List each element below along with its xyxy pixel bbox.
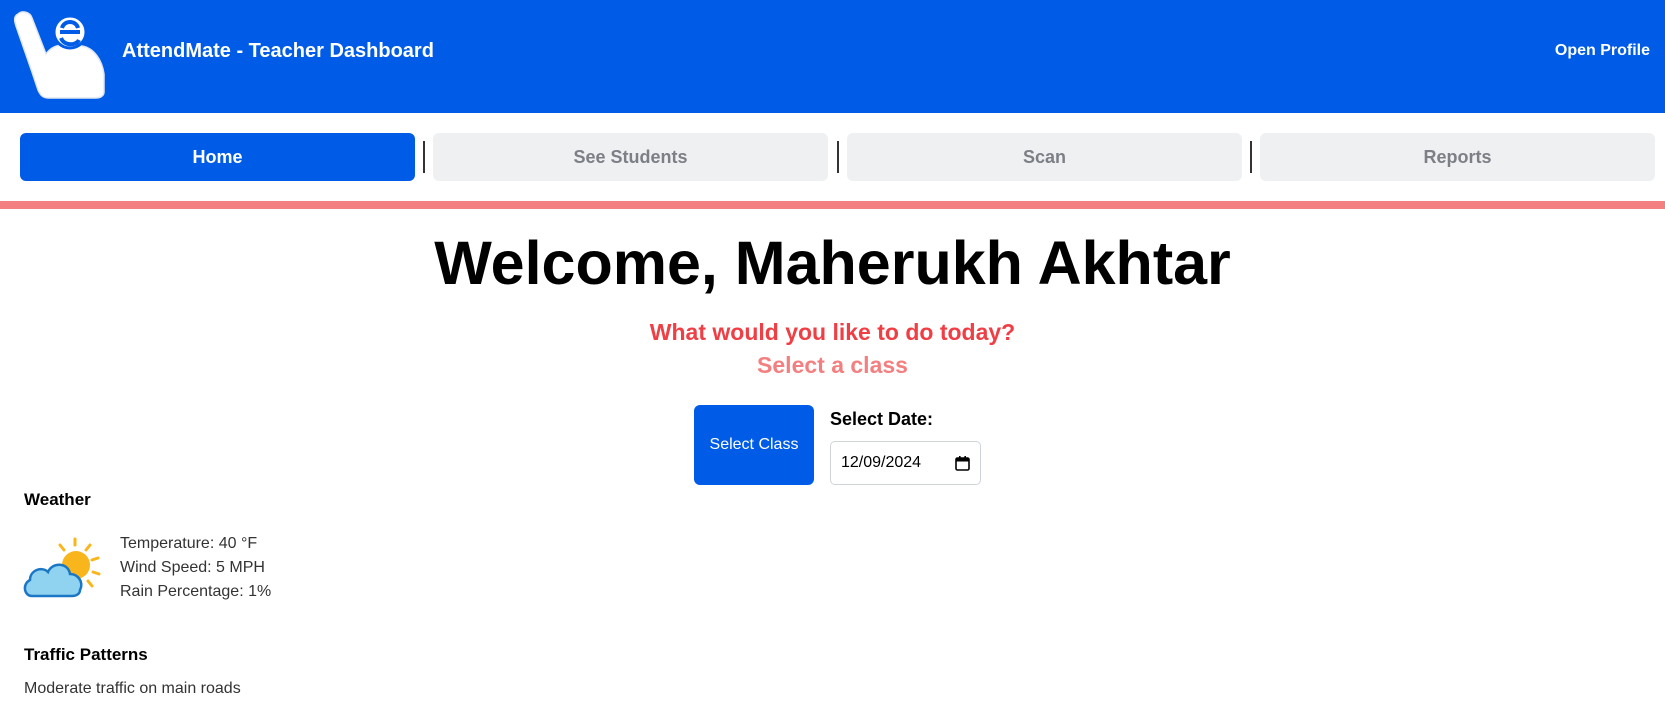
select-class-button[interactable]: Select Class — [694, 405, 814, 485]
tab-divider — [1250, 141, 1252, 173]
weather-rain: Rain Percentage: 1% — [120, 583, 272, 600]
date-value: 12/09/2024 — [841, 454, 922, 471]
weather-title: Weather — [24, 490, 91, 509]
traffic-title: Traffic Patterns — [24, 645, 148, 664]
tab-divider — [423, 141, 425, 173]
date-label: Select Date: — [830, 409, 934, 429]
open-profile-link[interactable]: Open Profile — [1555, 42, 1650, 60]
date-input[interactable]: 12/09/2024 — [830, 441, 981, 485]
accent-divider — [0, 201, 1665, 209]
traffic-description: Moderate traffic on main roads — [24, 680, 241, 697]
tab-bar: Home See Students Scan Reports — [0, 113, 1665, 201]
weather-temperature: Temperature: 40 °F — [120, 535, 258, 552]
welcome-heading: Welcome, Maherukh Akhtar — [434, 229, 1231, 297]
app-header: AttendMate - Teacher Dashboard Open Prof… — [0, 0, 1665, 113]
prompt-question: What would you like to do today? — [649, 319, 1016, 345]
tab-see-students[interactable]: See Students — [433, 133, 828, 181]
app-title: AttendMate - Teacher Dashboard — [122, 40, 434, 62]
hand-logo-icon — [13, 11, 105, 99]
tab-scan[interactable]: Scan — [847, 133, 1242, 181]
partly-cloudy-icon — [23, 537, 101, 598]
calendar-icon[interactable] — [955, 455, 970, 471]
select-class-prompt: Select a class — [757, 352, 908, 378]
tab-divider — [837, 141, 839, 173]
tab-home[interactable]: Home — [20, 133, 415, 181]
weather-wind: Wind Speed: 5 MPH — [120, 559, 265, 576]
tab-reports[interactable]: Reports — [1260, 133, 1655, 181]
